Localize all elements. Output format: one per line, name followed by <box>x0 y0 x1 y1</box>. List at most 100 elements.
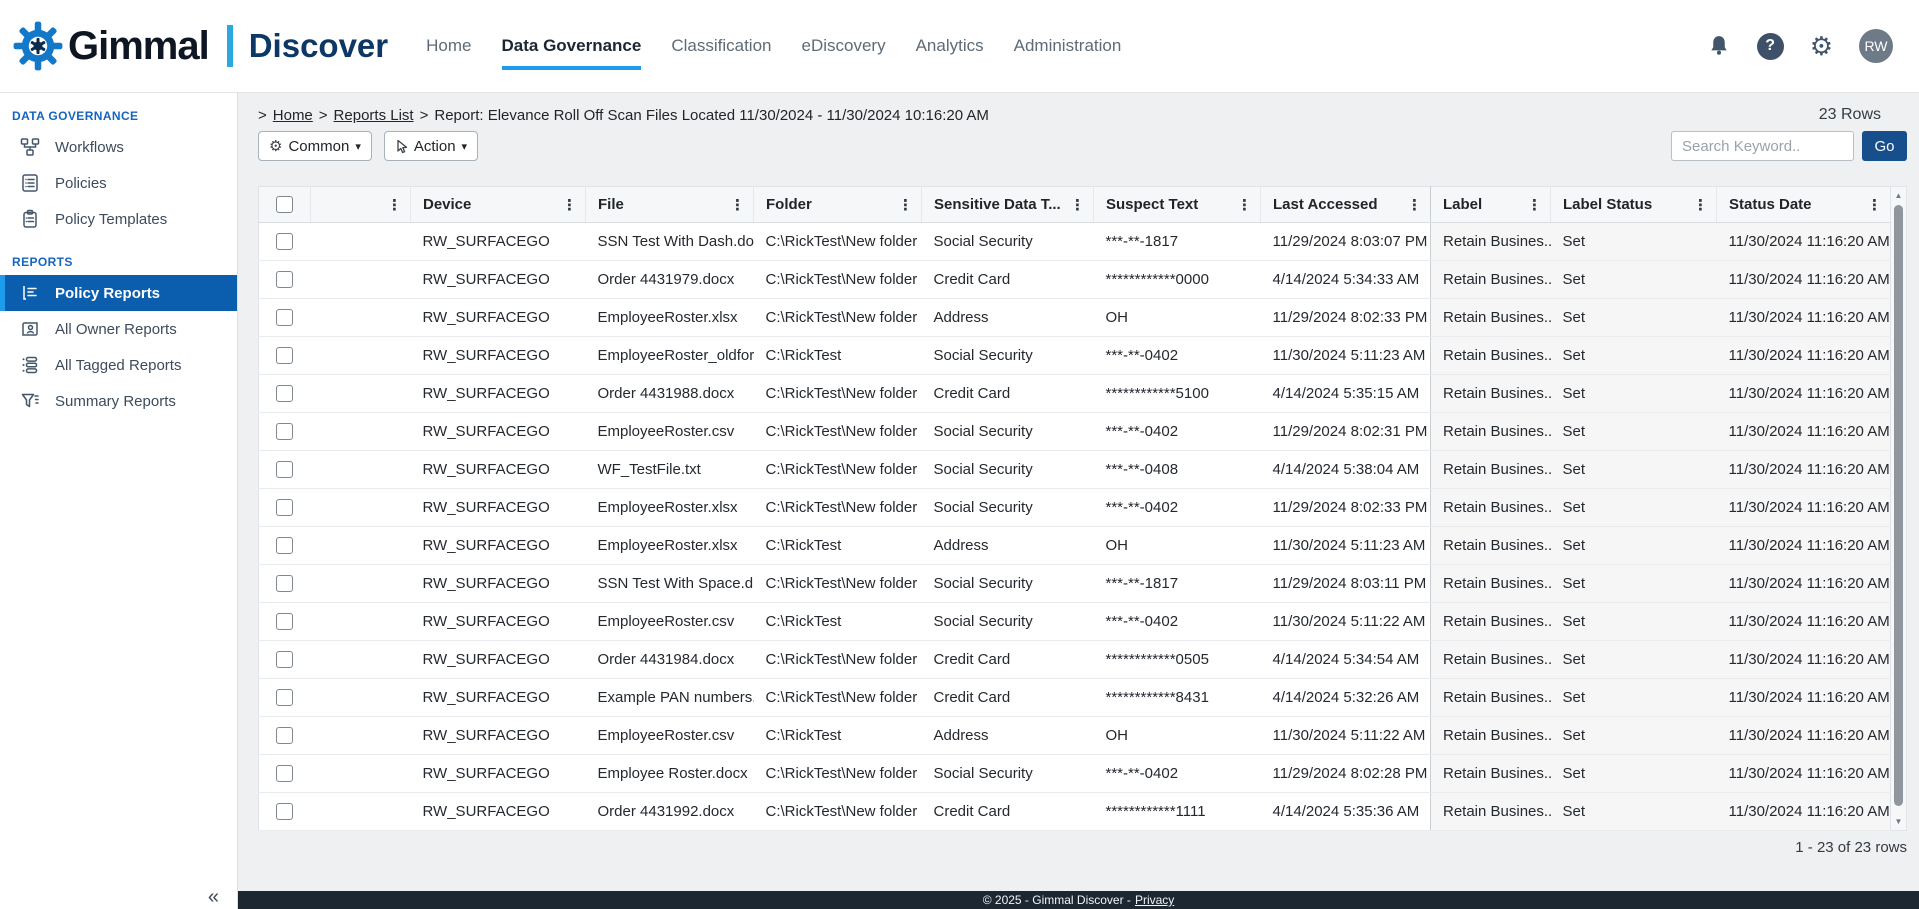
cell-last-accessed: 11/29/2024 8:02:31 PM <box>1261 413 1431 451</box>
table-row: RW_SURFACEGOSSN Test With Space.d...C:\R… <box>259 565 1891 603</box>
vertical-scrollbar[interactable]: ▲ ▼ <box>1891 186 1907 831</box>
help-icon[interactable]: ? <box>1757 33 1784 60</box>
cell-sensitive-data-type: Social Security <box>922 451 1094 489</box>
search-input[interactable] <box>1671 131 1854 161</box>
cell-label: Retain Busines... <box>1431 451 1551 489</box>
row-checkbox[interactable] <box>276 385 293 402</box>
row-checkbox[interactable] <box>276 803 293 820</box>
column-menu-kebab-icon[interactable]: ⋮ <box>730 196 745 214</box>
sidebar-item-policies[interactable]: Policies <box>0 165 237 201</box>
cell-label-status: Set <box>1551 755 1717 793</box>
row-checkbox[interactable] <box>276 423 293 440</box>
column-menu-kebab-icon[interactable]: ⋮ <box>1693 196 1708 214</box>
notifications-bell-icon[interactable] <box>1707 34 1731 58</box>
row-checkbox[interactable] <box>276 613 293 630</box>
column-menu-kebab-icon[interactable]: ⋮ <box>387 196 402 214</box>
cell-last-accessed: 11/30/2024 5:11:22 AM <box>1261 717 1431 755</box>
table-row: RW_SURFACEGOEmployeeRoster.csvC:\RickTes… <box>259 413 1891 451</box>
cell-suspect-text: ***-**-0402 <box>1094 489 1261 527</box>
nav-item-analytics[interactable]: Analytics <box>916 0 984 92</box>
cell-label: Retain Busines... <box>1431 793 1551 831</box>
row-checkbox[interactable] <box>276 651 293 668</box>
action-menu-button[interactable]: Action ▾ <box>384 131 478 161</box>
sidebar-item-summary-reports[interactable]: Summary Reports <box>0 383 237 419</box>
cell-label-status: Set <box>1551 413 1717 451</box>
cell-folder: C:\RickTest <box>754 527 922 565</box>
row-checkbox[interactable] <box>276 499 293 516</box>
breadcrumb-link-reports-list[interactable]: Reports List <box>334 107 414 124</box>
row-checkbox[interactable] <box>276 271 293 288</box>
sidebar-item-policy-reports[interactable]: Policy Reports <box>0 275 237 311</box>
sidebar-collapse-button[interactable]: « <box>208 886 219 909</box>
select-all-header-cell <box>259 187 311 223</box>
row-actions-cell <box>311 679 411 717</box>
cell-label: Retain Busines... <box>1431 717 1551 755</box>
user-avatar[interactable]: RW <box>1859 29 1893 63</box>
cell-label-status: Set <box>1551 337 1717 375</box>
column-menu-kebab-icon[interactable]: ⋮ <box>1407 196 1422 214</box>
cell-status-date: 11/30/2024 11:16:20 AM <box>1717 299 1891 337</box>
table-row: RW_SURFACEGOEmployeeRoster.csvC:\RickTes… <box>259 603 1891 641</box>
row-actions-cell <box>311 641 411 679</box>
nav-item-home[interactable]: Home <box>426 0 471 92</box>
sidebar-section-data-governance: DATA GOVERNANCE <box>0 105 237 129</box>
cell-suspect-text: ***-**-0408 <box>1094 451 1261 489</box>
cell-label: Retain Busines... <box>1431 565 1551 603</box>
report-grid: ⋮ Device⋮ File⋮ Folder⋮ Sensitive Data T… <box>258 186 1907 831</box>
select-all-checkbox[interactable] <box>276 196 293 213</box>
cell-device: RW_SURFACEGO <box>411 299 586 337</box>
breadcrumb-sep: > <box>258 107 267 124</box>
column-menu-kebab-icon[interactable]: ⋮ <box>898 196 913 214</box>
row-checkbox[interactable] <box>276 461 293 478</box>
row-checkbox[interactable] <box>276 347 293 364</box>
sidebar-item-all-owner-reports[interactable]: All Owner Reports <box>0 311 237 347</box>
cell-last-accessed: 4/14/2024 5:35:36 AM <box>1261 793 1431 831</box>
cell-folder: C:\RickTest\New folder <box>754 755 922 793</box>
cell-label-status: Set <box>1551 375 1717 413</box>
scrollbar-thumb[interactable] <box>1894 205 1903 806</box>
row-checkbox[interactable] <box>276 537 293 554</box>
go-button[interactable]: Go <box>1862 131 1907 161</box>
column-menu-kebab-icon[interactable]: ⋮ <box>1867 196 1882 214</box>
row-actions-cell <box>311 261 411 299</box>
row-checkbox[interactable] <box>276 575 293 592</box>
sidebar-section-reports: REPORTS <box>0 251 237 275</box>
scroll-down-icon[interactable]: ▼ <box>1891 817 1906 826</box>
row-checkbox[interactable] <box>276 727 293 744</box>
row-checkbox-cell <box>259 451 311 489</box>
cell-device: RW_SURFACEGO <box>411 337 586 375</box>
row-checkbox[interactable] <box>276 233 293 250</box>
nav-item-administration[interactable]: Administration <box>1014 0 1122 92</box>
row-checkbox-cell <box>259 793 311 831</box>
cell-last-accessed: 4/14/2024 5:34:33 AM <box>1261 261 1431 299</box>
sidebar-item-all-tagged-reports[interactable]: All Tagged Reports <box>0 347 237 383</box>
scroll-up-icon[interactable]: ▲ <box>1891 191 1906 200</box>
column-menu-kebab-icon[interactable]: ⋮ <box>562 196 577 214</box>
cell-label: Retain Busines... <box>1431 223 1551 261</box>
nav-item-ediscovery[interactable]: eDiscovery <box>802 0 886 92</box>
row-checkbox[interactable] <box>276 765 293 782</box>
row-checkbox[interactable] <box>276 689 293 706</box>
sidebar-item-workflows[interactable]: Workflows <box>0 129 237 165</box>
cell-sensitive-data-type: Social Security <box>922 223 1094 261</box>
row-checkbox-cell <box>259 375 311 413</box>
sidebar-item-policy-templates[interactable]: Policy Templates <box>0 201 237 237</box>
table-row: RW_SURFACEGOEmployeeRoster.xlsxC:\RickTe… <box>259 489 1891 527</box>
nav-item-classification[interactable]: Classification <box>671 0 771 92</box>
sidebar-item-label: All Tagged Reports <box>55 357 181 374</box>
settings-gear-icon[interactable]: ⚙ <box>1810 33 1833 59</box>
column-menu-kebab-icon[interactable]: ⋮ <box>1070 196 1085 214</box>
column-menu-kebab-icon[interactable]: ⋮ <box>1237 196 1252 214</box>
brand-name: Gimmal <box>68 24 209 69</box>
row-checkbox[interactable] <box>276 309 293 326</box>
common-menu-button[interactable]: ⚙ Common ▾ <box>258 131 372 161</box>
cell-device: RW_SURFACEGO <box>411 223 586 261</box>
cell-sensitive-data-type: Credit Card <box>922 375 1094 413</box>
row-actions-cell <box>311 527 411 565</box>
privacy-link[interactable]: Privacy <box>1135 893 1174 907</box>
row-checkbox-cell <box>259 261 311 299</box>
nav-item-data-governance[interactable]: Data Governance <box>502 0 642 92</box>
table-row: RW_SURFACEGOEmployeeRoster.xlsxC:\RickTe… <box>259 299 1891 337</box>
breadcrumb-link-home[interactable]: Home <box>273 107 313 124</box>
column-menu-kebab-icon[interactable]: ⋮ <box>1527 196 1542 214</box>
